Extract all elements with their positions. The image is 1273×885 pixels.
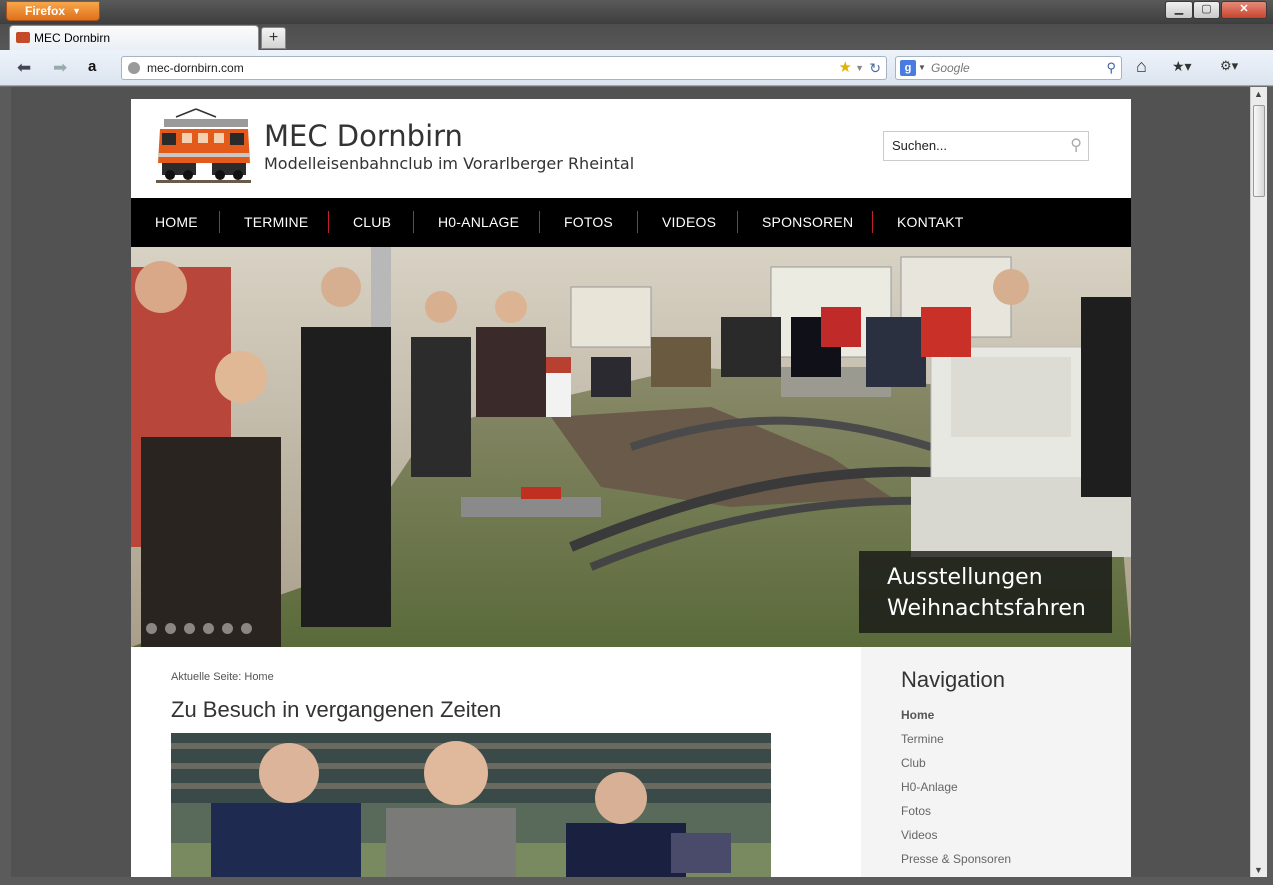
back-arrow-icon[interactable]: ⬅ xyxy=(17,58,31,78)
slider-dot-6[interactable] xyxy=(241,623,252,634)
sidebar-item-h0-anlage[interactable]: H0-Anlage xyxy=(901,780,958,794)
url-text: mec-dornbirn.com xyxy=(147,61,244,75)
vertical-scrollbar[interactable]: ▲ ▼ xyxy=(1250,87,1267,877)
tab-mec-dornbirn[interactable]: MEC Dornbirn xyxy=(9,25,259,51)
main-content: Aktuelle Seite: Home Zu Besuch in vergan… xyxy=(131,647,861,877)
window-border-left xyxy=(0,87,11,885)
nav-item-club[interactable]: CLUB xyxy=(353,198,391,247)
tab-strip: MEC Dornbirn + xyxy=(0,24,1273,51)
close-window-button[interactable]: ✕ xyxy=(1221,1,1267,19)
globe-icon xyxy=(128,62,140,74)
nav-separator xyxy=(737,211,738,233)
nav-item-home[interactable]: HOME xyxy=(155,198,198,247)
slider-dot-2[interactable] xyxy=(165,623,176,634)
new-tab-button[interactable]: + xyxy=(261,27,286,49)
maximize-button[interactable]: ▢ xyxy=(1193,1,1220,19)
nav-item-sponsoren[interactable]: SPONSOREN xyxy=(762,198,853,247)
sidebar-item-termine[interactable]: Termine xyxy=(901,732,944,746)
window-border-right xyxy=(1267,87,1273,885)
slider-dot-3[interactable] xyxy=(184,623,195,634)
slide-caption[interactable]: Ausstellungen Weihnachtsfahren xyxy=(859,551,1112,633)
slider-pagination xyxy=(146,621,260,639)
hero-slider[interactable]: Ausstellungen Weihnachtsfahren xyxy=(131,247,1131,647)
main-navigation: HOME TERMINE CLUB H0-ANLAGE FOTOS VIDEOS… xyxy=(131,198,1131,247)
scroll-thumb[interactable] xyxy=(1253,105,1265,197)
amazon-icon[interactable]: a xyxy=(88,58,96,75)
slide-caption-line2: Weihnachtsfahren xyxy=(887,596,1086,621)
site-page: MEC Dornbirn Modelleisenbahnclub im Vora… xyxy=(131,99,1131,877)
window-border-bottom xyxy=(0,877,1273,885)
breadcrumb: Aktuelle Seite: Home xyxy=(171,671,274,683)
article-photo-image xyxy=(171,733,771,877)
site-search-placeholder: Suchen... xyxy=(892,138,947,153)
browser-search-input[interactable]: g ▼ Google ⚲ xyxy=(895,56,1122,80)
sidebar-item-presse-sponsoren[interactable]: Presse & Sponsoren xyxy=(901,852,1011,866)
article-title[interactable]: Zu Besuch in vergangenen Zeiten xyxy=(171,697,501,723)
browser-search-placeholder: Google xyxy=(931,61,970,75)
forward-arrow-icon[interactable]: ➡ xyxy=(53,58,67,78)
tab-title: MEC Dornbirn xyxy=(34,31,111,45)
site-title[interactable]: MEC Dornbirn xyxy=(264,119,463,153)
url-bar[interactable]: mec-dornbirn.com ★ ▼ ↻ xyxy=(121,56,887,80)
chevron-down-icon: ▼ xyxy=(72,6,81,16)
scroll-down-icon[interactable]: ▼ xyxy=(1254,865,1263,875)
reload-icon[interactable]: ↻ xyxy=(869,57,881,79)
sidebar-item-videos[interactable]: Videos xyxy=(901,828,937,842)
google-icon[interactable]: g xyxy=(900,60,916,76)
nav-item-fotos[interactable]: FOTOS xyxy=(564,198,613,247)
nav-separator xyxy=(539,211,540,233)
site-header: MEC Dornbirn Modelleisenbahnclub im Vora… xyxy=(131,99,1131,198)
slider-dot-5[interactable] xyxy=(222,623,233,634)
slide-caption-line1: Ausstellungen xyxy=(887,565,1043,590)
addon-icon[interactable]: ⚙▾ xyxy=(1220,58,1238,74)
browser-toolbar: ⬅ ➡ a mec-dornbirn.com ★ ▼ ↻ g ▼ Google … xyxy=(0,50,1273,86)
sidebar-item-fotos[interactable]: Fotos xyxy=(901,804,931,818)
nav-item-termine[interactable]: TERMINE xyxy=(244,198,308,247)
nav-item-kontakt[interactable]: KONTAKT xyxy=(897,198,963,247)
nav-separator xyxy=(328,211,329,233)
firefox-menu-button[interactable]: Firefox ▼ xyxy=(6,1,100,21)
nav-item-h0-anlage[interactable]: H0-ANLAGE xyxy=(438,198,519,247)
locomotive-logo[interactable] xyxy=(156,107,251,185)
sidebar-item-home[interactable]: Home xyxy=(901,708,934,722)
nav-separator xyxy=(872,211,873,233)
sidebar-heading: Navigation xyxy=(901,667,1005,692)
sidebar: Navigation Home Termine Club H0-Anlage F… xyxy=(861,647,1131,877)
site-search-input[interactable]: Suchen... ⚲ xyxy=(883,131,1089,161)
firefox-menu-label: Firefox xyxy=(25,4,66,18)
url-dropdown-icon[interactable]: ▼ xyxy=(855,57,864,79)
article-photo[interactable] xyxy=(171,733,771,877)
sidebar-item-club[interactable]: Club xyxy=(901,756,926,770)
bookmark-star-icon[interactable]: ★ xyxy=(839,57,852,79)
scroll-up-icon[interactable]: ▲ xyxy=(1254,89,1263,99)
nav-separator xyxy=(413,211,414,233)
slider-dot-1[interactable] xyxy=(146,623,157,634)
nav-separator xyxy=(219,211,220,233)
slider-dot-4[interactable] xyxy=(203,623,214,634)
nav-item-videos[interactable]: VIDEOS xyxy=(662,198,716,247)
minimize-button[interactable]: ▁ xyxy=(1165,1,1193,19)
search-icon[interactable]: ⚲ xyxy=(1106,57,1116,79)
page-viewport: MEC Dornbirn Modelleisenbahnclub im Vora… xyxy=(11,87,1250,877)
search-icon[interactable]: ⚲ xyxy=(1070,132,1082,160)
bookmarks-menu-icon[interactable]: ★▾ xyxy=(1172,58,1192,75)
window-titlebar: Firefox ▼ ▁ ▢ ✕ xyxy=(0,0,1273,24)
nav-separator xyxy=(637,211,638,233)
search-engine-dropdown-icon[interactable]: ▼ xyxy=(918,57,926,79)
home-icon[interactable]: ⌂ xyxy=(1136,56,1147,77)
site-subtitle: Modelleisenbahnclub im Vorarlberger Rhei… xyxy=(264,154,635,173)
train-favicon-icon xyxy=(16,32,30,43)
